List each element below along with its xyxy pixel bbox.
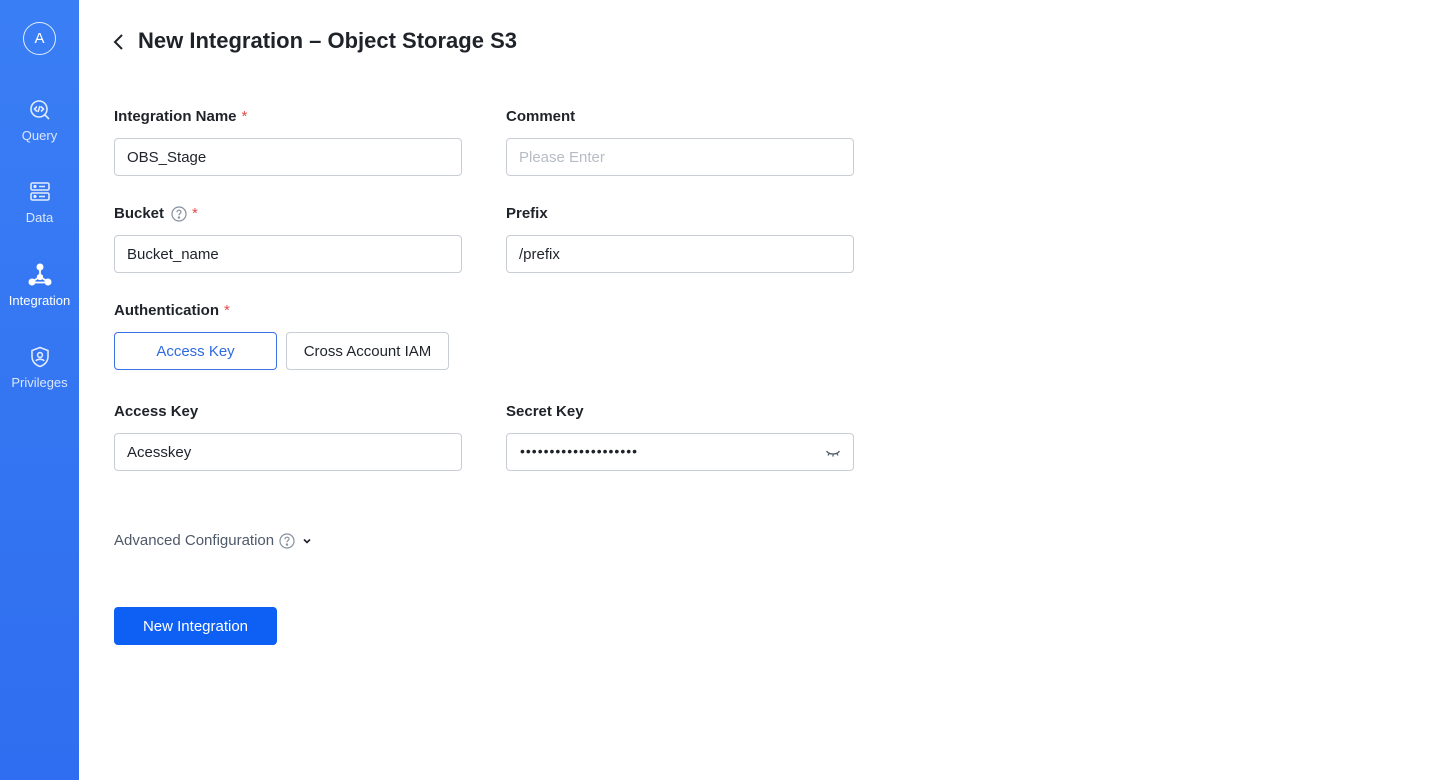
secret-key-value: •••••••••••••••••••• bbox=[520, 443, 639, 459]
sidebar-item-data[interactable]: Data bbox=[0, 180, 79, 244]
data-icon bbox=[29, 182, 50, 201]
main-content: New Integration – Object Storage S3 Inte… bbox=[79, 0, 1440, 780]
bucket-label: Bucket * bbox=[114, 205, 198, 222]
back-arrow-icon[interactable] bbox=[111, 31, 127, 53]
shield-icon bbox=[30, 346, 49, 368]
prefix-label: Prefix bbox=[506, 205, 548, 222]
sidebar-item-query[interactable]: Query bbox=[0, 98, 79, 162]
avatar[interactable]: A bbox=[23, 22, 56, 55]
chevron-down-icon bbox=[303, 538, 311, 544]
sidebar-item-privileges[interactable]: Privileges bbox=[0, 345, 79, 409]
comment-input[interactable] bbox=[506, 138, 854, 176]
integration-name-label: Integration Name * bbox=[114, 108, 248, 125]
integration-name-input[interactable] bbox=[114, 138, 462, 176]
authentication-label: Authentication * bbox=[114, 302, 230, 319]
comment-label: Comment bbox=[506, 108, 576, 125]
eye-closed-icon[interactable] bbox=[825, 446, 841, 460]
secret-key-label: Secret Key bbox=[506, 403, 584, 420]
sidebar-item-label: Data bbox=[25, 210, 54, 225]
sidebar-item-label: Integration bbox=[8, 293, 71, 308]
sidebar: A Query Data Integration Privileges bbox=[0, 0, 79, 780]
access-key-label: Access Key bbox=[114, 403, 199, 420]
advanced-configuration-label: Advanced Configuration bbox=[114, 532, 275, 549]
help-icon[interactable] bbox=[171, 205, 187, 222]
required-marker: * bbox=[192, 205, 198, 222]
prefix-input[interactable] bbox=[506, 235, 854, 273]
advanced-configuration-toggle[interactable]: Advanced Configuration bbox=[114, 532, 313, 549]
bucket-input[interactable] bbox=[114, 235, 462, 273]
sidebar-item-label: Query bbox=[21, 128, 58, 143]
auth-option-access-key[interactable]: Access Key bbox=[114, 332, 277, 370]
integration-icon bbox=[28, 263, 51, 286]
new-integration-button[interactable]: New Integration bbox=[114, 607, 277, 645]
required-marker: * bbox=[224, 302, 230, 319]
sidebar-item-integration[interactable]: Integration bbox=[0, 263, 79, 327]
help-icon[interactable] bbox=[279, 532, 295, 549]
page-title: New Integration – Object Storage S3 bbox=[138, 28, 517, 53]
sidebar-item-label: Privileges bbox=[11, 375, 68, 390]
access-key-input[interactable] bbox=[114, 433, 462, 471]
secret-key-input[interactable]: •••••••••••••••••••• bbox=[506, 433, 854, 471]
query-icon bbox=[29, 100, 50, 120]
required-marker: * bbox=[241, 108, 248, 125]
auth-option-cross-account-iam[interactable]: Cross Account IAM bbox=[286, 332, 449, 370]
